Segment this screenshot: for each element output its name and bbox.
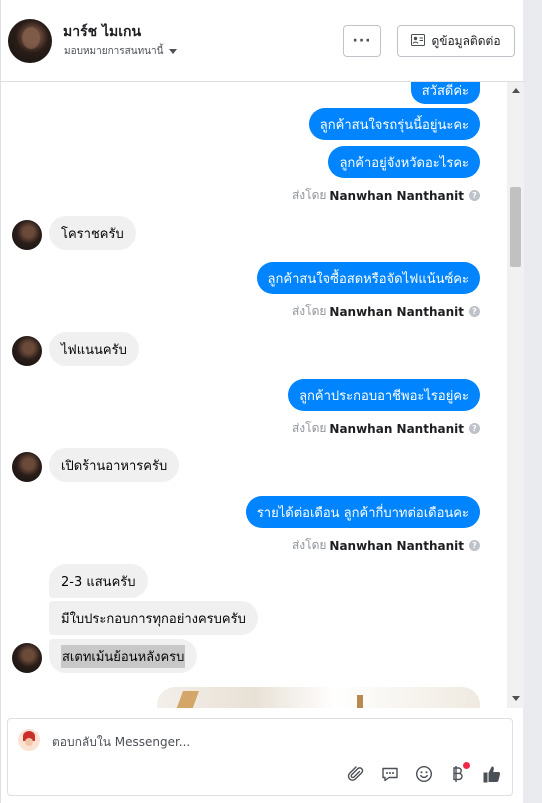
message-list[interactable]: สวัสดีค่ะ ลูกค้าสนใจรถรุ่นนี้อยู่นะคะ ลู… [1, 82, 524, 708]
contact-card-icon [411, 33, 426, 49]
composer-toolbar [346, 762, 502, 785]
page-avatar [18, 729, 40, 751]
conversation-header: มาร์ช ไมเกน มอบหมายการสนทนานี้ ··· ดูข้อ… [1, 0, 524, 82]
view-contact-info-label: ดูข้อมูลติดต่อ [431, 33, 501, 48]
message-scrollbar[interactable] [507, 82, 524, 708]
incoming-message[interactable]: โคราชครับ [49, 216, 136, 250]
help-icon[interactable]: ? [469, 190, 480, 201]
sent-by-prefix: ส่งโดย [291, 304, 327, 318]
scrollbar-thumb[interactable] [510, 187, 521, 267]
outgoing-message[interactable]: ลูกค้าสนใจซื้อสดหรือจัดไฟแน้นซ์คะ [256, 262, 480, 294]
more-options-button[interactable]: ··· [343, 25, 381, 57]
reply-input[interactable] [52, 732, 492, 752]
contact-avatar-small [12, 336, 42, 366]
contact-avatar-small [12, 452, 42, 482]
outgoing-message[interactable]: ลูกค้าอยู่จังหวัดอะไรคะ [328, 146, 480, 178]
assign-conversation-dropdown[interactable]: มอบหมายการสนทนานี้ [64, 44, 178, 59]
sent-by-prefix: ส่งโดย [291, 188, 327, 202]
scroll-up-arrow-icon[interactable] [512, 88, 520, 93]
view-contact-info-button[interactable]: ดูข้อมูลติดต่อ [397, 25, 515, 57]
sent-by-label: ส่งโดย Nanwhan Nanthanit ? [292, 536, 480, 555]
outgoing-message[interactable]: ลูกค้าสนใจรถรุ่นนี้อยู่นะคะ [308, 108, 480, 140]
sender-name: Nanwhan Nanthanit [329, 421, 464, 436]
contact-name[interactable]: มาร์ช ไมเกน [63, 21, 141, 43]
sender-name: Nanwhan Nanthanit [329, 304, 464, 319]
outgoing-message[interactable]: ลูกค้าประกอบอาชีพอะไรอยู่คะ [288, 379, 480, 411]
assign-conversation-label: มอบหมายการสนทนานี้ [64, 46, 164, 57]
outgoing-message[interactable]: รายได้ต่อเดือน ลูกค้ากี่บาทต่อเดือนคะ [245, 496, 480, 528]
incoming-message[interactable]: ไฟแนนครับ [49, 332, 139, 366]
highlighted-message-text: สเตทเม้นย้อนหลังครบ [61, 644, 186, 668]
help-icon[interactable]: ? [469, 306, 480, 317]
sent-by-label: ส่งโดย Nanwhan Nanthanit ? [292, 302, 480, 321]
sender-name: Nanwhan Nanthanit [329, 188, 464, 203]
paperclip-icon[interactable] [346, 764, 366, 784]
reply-composer [7, 718, 513, 796]
sent-by-label: ส่งโดย Nanwhan Nanthanit ? [292, 186, 480, 205]
contact-avatar[interactable] [8, 19, 52, 63]
sent-by-prefix: ส่งโดย [291, 538, 327, 552]
incoming-message[interactable]: เปิดร้านอาหารครับ [49, 448, 180, 482]
outgoing-image-attachment[interactable] [157, 687, 480, 708]
incoming-message[interactable]: มีใบประกอบการทุกอย่างครบครับ [49, 601, 258, 635]
outgoing-message[interactable]: สวัสดีค่ะ [410, 82, 480, 104]
window-edge [523, 0, 542, 803]
incoming-message[interactable]: 2-3 แสนครับ [49, 564, 148, 598]
sender-name: Nanwhan Nanthanit [329, 538, 464, 553]
contact-avatar-small [12, 220, 42, 250]
help-icon[interactable]: ? [469, 423, 480, 434]
conversation-panel: มาร์ช ไมเกน มอบหมายการสนทนานี้ ··· ดูข้อ… [0, 0, 524, 803]
scroll-down-arrow-icon[interactable] [512, 696, 520, 701]
incoming-message[interactable]: สเตทเม้นย้อนหลังครบ [49, 639, 198, 673]
sent-by-prefix: ส่งโดย [291, 421, 327, 435]
chat-bubble-icon[interactable] [380, 764, 400, 784]
contact-avatar-small [12, 643, 42, 673]
baht-icon[interactable] [448, 762, 470, 784]
sent-by-label: ส่งโดย Nanwhan Nanthanit ? [292, 419, 480, 438]
smiley-icon[interactable] [414, 764, 434, 784]
caret-down-icon [169, 49, 178, 54]
notification-dot [463, 762, 470, 769]
help-icon[interactable]: ? [469, 540, 480, 551]
thumbs-up-icon[interactable] [482, 764, 502, 784]
